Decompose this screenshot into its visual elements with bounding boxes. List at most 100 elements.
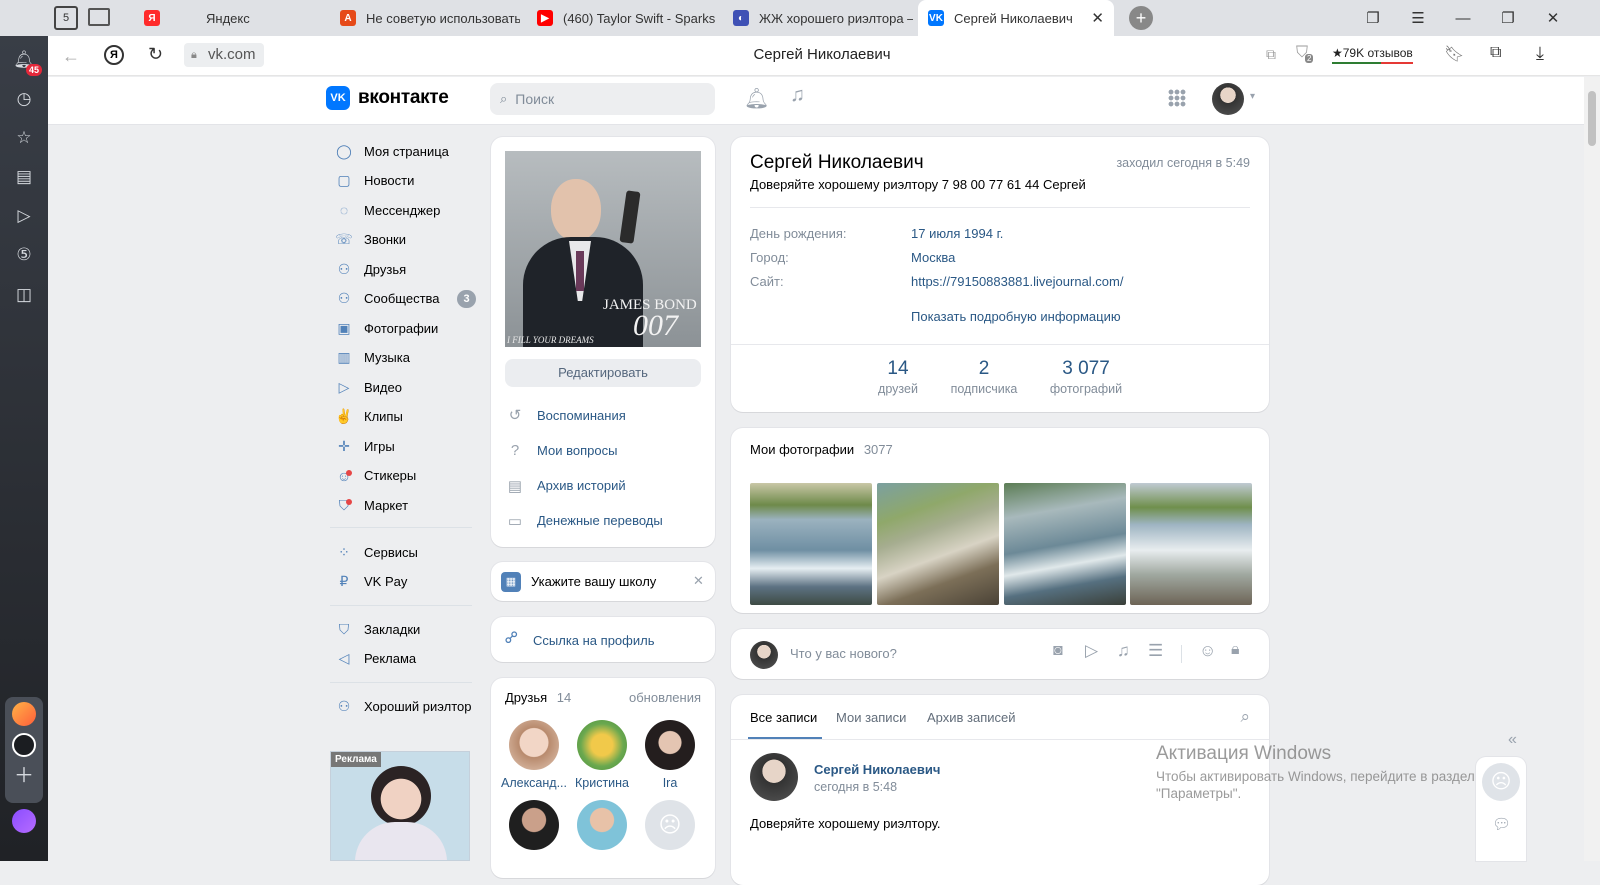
photo-thumb[interactable] [750,483,872,605]
nav-item-market[interactable]: ⛉ Маркет [335,491,408,519]
notifications-icon[interactable]: 🔔︎ [744,86,769,111]
counter-followers[interactable]: 2 подписчика [941,358,1027,396]
video-play-icon[interactable]: ▷ [12,204,36,228]
tab-article[interactable]: А Не советую использовать [330,0,520,36]
apps-grid-icon[interactable] [1168,89,1186,107]
nav-item-video[interactable]: ▷ Видео [335,373,402,401]
nav-item-user[interactable]: ◯ Моя страница [335,137,449,165]
wall-search-icon[interactable]: ⌕ [1240,707,1250,727]
reviews-link[interactable]: ★79K отзывов [1332,46,1413,64]
alice-assistant-icon[interactable] [12,809,36,833]
tab-manager-icon[interactable]: ❐ [1350,0,1396,36]
translate-icon[interactable]: ⧉ [1266,46,1276,63]
show-more-link[interactable]: Показать подробную информацию [911,309,1121,324]
nav-item-groups[interactable]: ⚇ Сообщества 3 [335,285,476,313]
nav-item-group[interactable]: ⚇ Хороший риэлтор [335,692,472,720]
scrollbar-thumb[interactable] [1588,91,1596,146]
profile-link-card[interactable]: ⚯ Ссылка на профиль [491,617,715,662]
lock-icon[interactable]: 🔒︎ [1231,641,1240,659]
audio-icon[interactable]: ♫ [1117,641,1130,661]
friend-item[interactable]: Кристина [566,720,638,790]
chat-bubble-icon[interactable]: 💬︎ [1492,815,1511,833]
profile-action-money[interactable]: ▭ Денежные переводы [505,507,701,535]
post-time[interactable]: сегодня в 5:48 [814,780,897,794]
profile-action-memories[interactable]: ↺ Воспоминания [505,401,701,429]
back-icon[interactable]: ← [62,46,80,67]
profile-status[interactable]: Доверяйте хорошему риэлтору 7 98 00 77 6… [750,177,1086,192]
photo-thumb[interactable] [1130,483,1252,605]
close-window-icon[interactable]: ✕ [1530,0,1576,36]
wall-tab-archive[interactable]: Архив записей [927,710,1016,725]
collapse-chevrons-icon[interactable]: « [1508,731,1517,749]
nav-item-services[interactable]: ⁘ Сервисы [335,538,418,566]
video-icon[interactable]: ▷ [1085,641,1098,661]
downloads-folder-icon[interactable]: ⧉ [1490,44,1501,62]
friend-item[interactable] [498,800,570,856]
url-field[interactable]: 🔒︎ vk.com [184,43,264,67]
mood-icon[interactable]: ☺ [1199,641,1216,661]
home-icon[interactable]: 5 [54,6,78,30]
menu-icon[interactable]: ☰ [1395,0,1441,36]
chat-avatar[interactable]: ☹ [1482,763,1520,801]
edit-profile-button[interactable]: Редактировать [505,359,701,387]
sidebar-add-icon[interactable]: ＋ [12,764,36,788]
header-avatar[interactable] [1212,83,1244,115]
tab-vk-active[interactable]: VK Сергей Николаевич ✕ [918,0,1114,36]
vk-search-input[interactable]: ⌕ Поиск [490,83,715,115]
nav-item-friends[interactable]: ⚇ Друзья [335,255,406,283]
nav-item-phone[interactable]: ☏ Звонки [335,226,406,254]
new-folder-icon[interactable] [88,8,110,26]
info-value-site[interactable]: https://79150883881.livejournal.com/ [911,274,1123,289]
counter-photos[interactable]: 3 077 фотографий [1041,358,1131,396]
tab-youtube[interactable]: ▶ (460) Taylor Swift - Sparks F [527,0,717,36]
nav-item-ads[interactable]: ◁ Реклама [335,645,417,673]
sidebar-app-1-icon[interactable] [12,702,36,726]
download-icon[interactable]: ⤓ [1536,43,1544,64]
new-tab-button[interactable]: + [1129,6,1153,30]
info-value-city[interactable]: Москва [911,250,955,265]
nav-item-photo[interactable]: ▣ Фотографии [335,314,438,342]
minimize-icon[interactable]: — [1440,0,1486,36]
tab-counter-icon[interactable]: ⑤ [12,243,36,267]
close-tab-icon[interactable]: ✕ [1091,9,1104,27]
music-icon[interactable]: ♫ [790,84,805,107]
screenshot-icon[interactable]: ◫ [12,283,36,307]
photo-thumb[interactable] [877,483,999,605]
photo-thumb[interactable] [1004,483,1126,605]
page-scrollbar[interactable] [1584,77,1600,861]
post-avatar[interactable] [750,753,798,801]
sidebar-app-2-icon[interactable] [12,733,36,757]
chevron-down-icon[interactable]: ▾ [1250,91,1255,102]
nav-item-message[interactable]: ◌ Мессенджер [335,196,441,224]
nav-item-news[interactable]: ▢ Новости [335,167,414,195]
post-author[interactable]: Сергей Николаевич [814,762,940,777]
counter-friends[interactable]: 14 друзей [861,358,935,396]
friend-item[interactable]: ☹ [634,800,706,856]
close-icon[interactable]: ✕ [693,573,704,589]
camera-icon[interactable]: ◙ [1053,642,1063,660]
history-icon[interactable]: ◷ [12,87,36,111]
friend-item[interactable]: Александ... [498,720,570,790]
wall-tab-mine[interactable]: Мои записи [836,710,906,725]
collections-icon[interactable]: ▤ [12,165,36,189]
nav-item-clips[interactable]: ✌ Клипы [335,403,403,431]
nav-item-games[interactable]: ✛ Игры [335,432,395,460]
info-value-birthday[interactable]: 17 июля 1994 г. [911,226,1003,241]
reload-icon[interactable]: ↻ [148,44,163,65]
bookmark-icon[interactable]: 🔖︎ [1444,44,1464,64]
tab-yandex[interactable]: Я Яндекс [134,0,324,36]
photos-title[interactable]: Мои фотографии 3077 [750,442,893,457]
restore-icon[interactable]: ❐ [1485,0,1531,36]
favorites-star-icon[interactable]: ☆ [12,126,36,150]
nav-item-bookmark[interactable]: ⛉ Закладки [335,615,421,643]
nav-item-music[interactable]: ▥ Музыка [335,344,410,372]
vk-logo[interactable]: VK вконтакте [326,86,449,110]
profile-action-archive[interactable]: ▤ Архив историй [505,472,701,500]
composer-input[interactable]: Что у вас нового? [790,646,1030,661]
tab-livejournal[interactable]: ◐ ЖЖ хорошего риэлтора – [723,0,913,36]
nav-item-vkpay[interactable]: ₽ VK Pay [335,568,408,596]
profile-action-question[interactable]: ? Мои вопросы [505,436,701,464]
school-prompt-card[interactable]: ▦ Укажите вашу школу ✕ [491,562,715,601]
friends-updates-link[interactable]: обновления [629,690,701,705]
profile-photo[interactable]: JAMES BOND 007 I FILL YOUR DREAMS [505,151,701,347]
